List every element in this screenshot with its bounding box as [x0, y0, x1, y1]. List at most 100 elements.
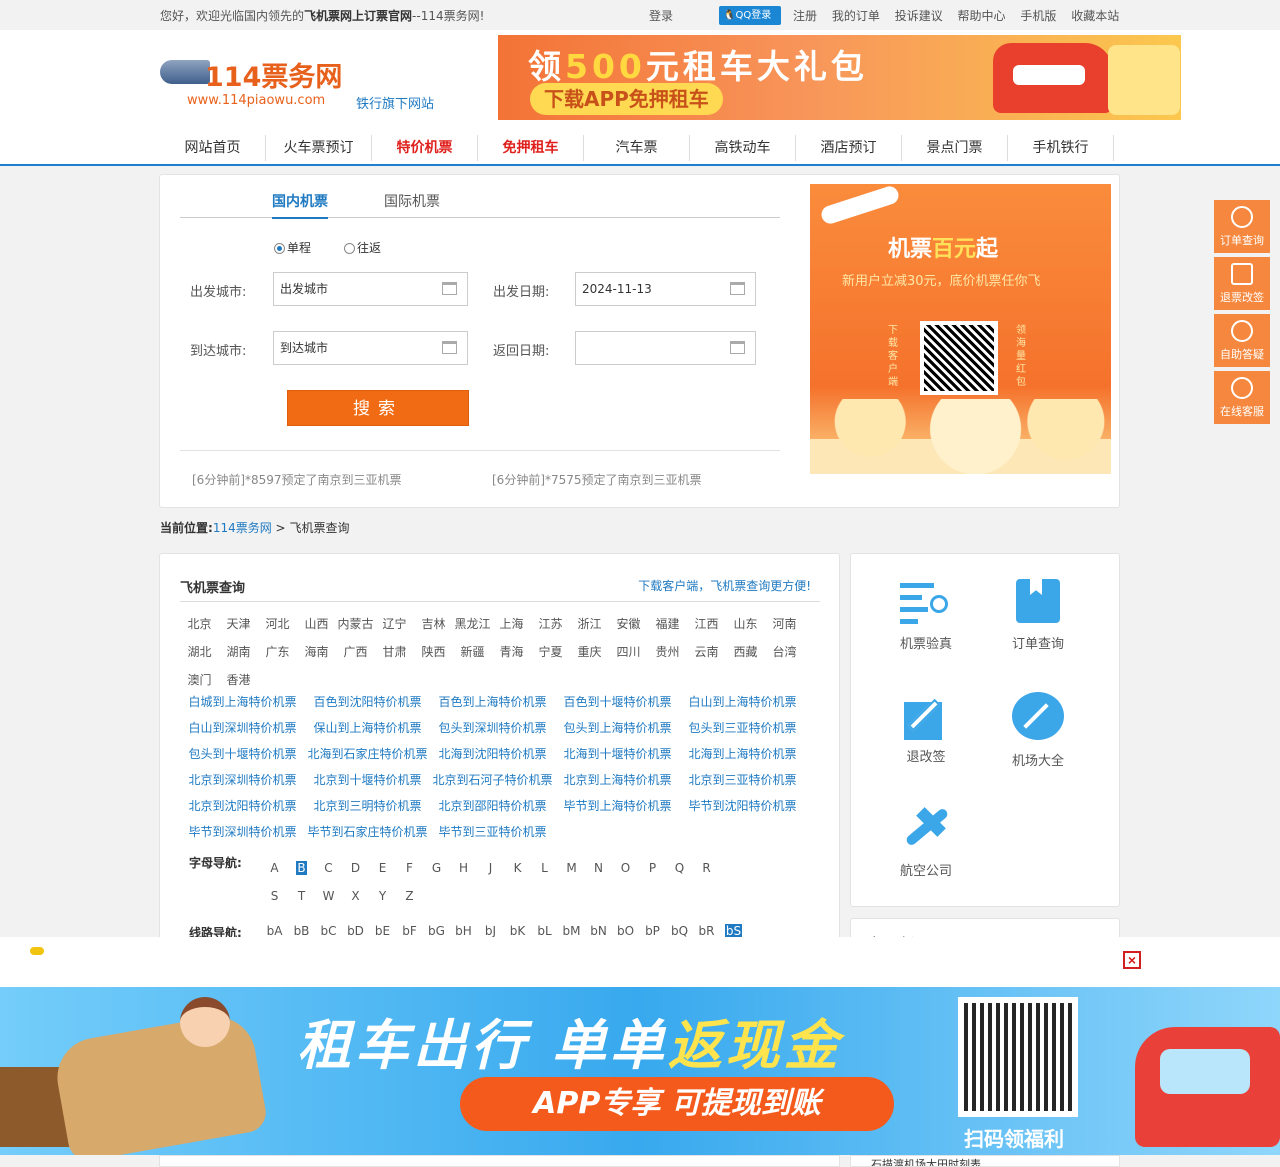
- letter-link[interactable]: T: [288, 882, 315, 910]
- line-link[interactable]: bG: [423, 924, 450, 938]
- nav-item[interactable]: 高铁动车: [690, 135, 796, 161]
- province-link[interactable]: 上海: [492, 610, 531, 638]
- province-link[interactable]: 云南: [687, 638, 726, 666]
- return-date-input[interactable]: [575, 331, 756, 365]
- line-link[interactable]: bE: [369, 924, 396, 938]
- bottom-ad-banner[interactable]: 租车出行 单单返现金 APP专享 可提现到账 扫码领福利: [0, 987, 1280, 1155]
- route-link[interactable]: 北京到十堰特价机票: [305, 767, 430, 793]
- province-link[interactable]: 黑龙江: [453, 610, 492, 638]
- route-link[interactable]: 百色到上海特价机票: [430, 689, 555, 715]
- province-link[interactable]: 青海: [492, 638, 531, 666]
- line-link[interactable]: bC: [315, 924, 342, 938]
- line-link[interactable]: bA: [261, 924, 288, 938]
- radio-roundtrip[interactable]: 往返: [344, 239, 381, 256]
- tab-international[interactable]: 国际机票: [384, 191, 440, 211]
- line-link[interactable]: bO: [612, 924, 639, 938]
- qq-login-button[interactable]: 🐧QQ登录: [719, 6, 781, 25]
- province-link[interactable]: 山西: [297, 610, 336, 638]
- route-link[interactable]: 北海到石家庄特价机票: [305, 741, 430, 767]
- province-link[interactable]: 江西: [687, 610, 726, 638]
- letter-link[interactable]: X: [342, 882, 369, 910]
- line-link[interactable]: bF: [396, 924, 423, 938]
- register-link[interactable]: 注册: [793, 9, 817, 23]
- route-link[interactable]: 毕节到上海特价机票: [555, 793, 680, 819]
- province-link[interactable]: 内蒙古: [336, 610, 375, 638]
- letter-link[interactable]: D: [342, 854, 369, 882]
- letter-link[interactable]: P: [639, 854, 666, 882]
- line-link[interactable]: bH: [450, 924, 477, 938]
- letter-link[interactable]: G: [423, 854, 450, 882]
- route-link[interactable]: 包头到十堰特价机票: [180, 741, 305, 767]
- service-airports[interactable]: 机场大全: [983, 692, 1093, 769]
- province-link[interactable]: 安徽: [609, 610, 648, 638]
- route-link[interactable]: 百色到沈阳特价机票: [305, 689, 430, 715]
- float-refund[interactable]: 退票改签: [1214, 257, 1270, 310]
- province-link[interactable]: 吉林: [414, 610, 453, 638]
- province-link[interactable]: 江苏: [531, 610, 570, 638]
- route-link[interactable]: 毕节到深圳特价机票: [180, 819, 305, 845]
- province-link[interactable]: 海南: [297, 638, 336, 666]
- province-link[interactable]: 广西: [336, 638, 375, 666]
- close-ad-button[interactable]: ×: [1123, 951, 1141, 969]
- province-link[interactable]: 辽宁: [375, 610, 414, 638]
- line-link[interactable]: bL: [531, 924, 558, 938]
- route-link[interactable]: 北海到十堰特价机票: [555, 741, 680, 767]
- line-link[interactable]: bD: [342, 924, 369, 938]
- letter-link[interactable]: Q: [666, 854, 693, 882]
- route-link[interactable]: 白山到上海特价机票: [680, 689, 805, 715]
- route-link[interactable]: 保山到上海特价机票: [305, 715, 430, 741]
- line-link[interactable]: bS: [720, 924, 747, 938]
- route-link[interactable]: 北京到沈阳特价机票: [180, 793, 305, 819]
- my-orders-link[interactable]: 我的订单: [832, 9, 880, 23]
- province-link[interactable]: 新疆: [453, 638, 492, 666]
- nav-item[interactable]: 免押租车: [478, 135, 584, 161]
- float-online-service[interactable]: 在线客服: [1214, 371, 1270, 424]
- news-item[interactable]: 石描渡机场大田时刻表: [850, 1155, 1120, 1167]
- route-link[interactable]: 白山到深圳特价机票: [180, 715, 305, 741]
- route-link[interactable]: 北京到上海特价机票: [555, 767, 680, 793]
- route-link[interactable]: 包头到深圳特价机票: [430, 715, 555, 741]
- letter-link[interactable]: M: [558, 854, 585, 882]
- province-link[interactable]: 贵州: [648, 638, 687, 666]
- line-link[interactable]: bM: [558, 924, 585, 938]
- line-link[interactable]: bB: [288, 924, 315, 938]
- province-link[interactable]: 宁夏: [531, 638, 570, 666]
- car-rental-banner[interactable]: 领500元租车大礼包 下载APP免押租车: [498, 35, 1181, 120]
- letter-link[interactable]: E: [369, 854, 396, 882]
- letter-link[interactable]: L: [531, 854, 558, 882]
- service-order-query[interactable]: 订单查询: [983, 579, 1093, 652]
- province-link[interactable]: 浙江: [570, 610, 609, 638]
- float-order-query[interactable]: 订单查询: [1214, 200, 1270, 253]
- province-link[interactable]: 广东: [258, 638, 297, 666]
- letter-link[interactable]: J: [477, 854, 504, 882]
- line-link[interactable]: bR: [693, 924, 720, 938]
- route-link[interactable]: 百色到十堰特价机票: [555, 689, 680, 715]
- route-link[interactable]: 毕节到石家庄特价机票: [305, 819, 430, 845]
- province-link[interactable]: 西藏: [726, 638, 765, 666]
- nav-item[interactable]: 特价机票: [372, 135, 478, 161]
- service-airlines[interactable]: 航空公司: [871, 802, 981, 879]
- login-link[interactable]: 登录: [649, 7, 673, 24]
- province-link[interactable]: 甘肃: [375, 638, 414, 666]
- tab-domestic[interactable]: 国内机票: [272, 191, 328, 219]
- route-link[interactable]: 北京到深圳特价机票: [180, 767, 305, 793]
- line-link[interactable]: bJ: [477, 924, 504, 938]
- bookmark-link[interactable]: 收藏本站: [1071, 9, 1119, 23]
- service-refund-change[interactable]: 退改签: [871, 692, 981, 765]
- letter-link[interactable]: R: [693, 854, 720, 882]
- line-link[interactable]: bP: [639, 924, 666, 938]
- app-promo-banner[interactable]: 机票百元起 新用户立减30元，底价机票任你飞 下载客户端 领海量红包: [810, 184, 1111, 474]
- province-link[interactable]: 重庆: [570, 638, 609, 666]
- breadcrumb-home[interactable]: 114票务网: [213, 521, 272, 535]
- letter-link[interactable]: O: [612, 854, 639, 882]
- calendar-icon[interactable]: [730, 341, 745, 354]
- province-link[interactable]: 湖北: [180, 638, 219, 666]
- route-link[interactable]: 北京到三明特价机票: [305, 793, 430, 819]
- line-link[interactable]: bN: [585, 924, 612, 938]
- letter-link[interactable]: K: [504, 854, 531, 882]
- province-link[interactable]: 天津: [219, 610, 258, 638]
- letter-link[interactable]: Z: [396, 882, 423, 910]
- route-link[interactable]: 北京到三亚特价机票: [680, 767, 805, 793]
- letter-link[interactable]: W: [315, 882, 342, 910]
- to-city-input[interactable]: 到达城市: [273, 331, 468, 365]
